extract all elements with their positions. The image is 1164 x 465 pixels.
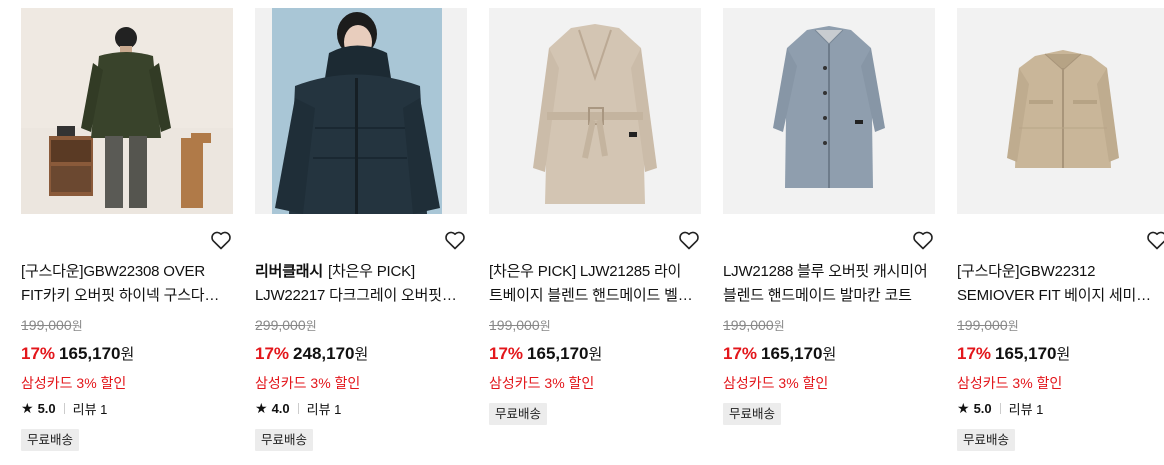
product-title[interactable]: LJW21288 블루 오버핏 캐시미어 블렌드 핸드메이드 발마칸 코트 [723, 260, 928, 308]
original-price-value: 199,000 [489, 317, 540, 333]
discount-rate: 17% [21, 344, 56, 363]
product-title[interactable]: 리버클래시[차은우 PICK] LJW22217 다크그레이 오버핏 후드 숏 … [255, 260, 460, 308]
currency-unit: 원 [588, 346, 603, 363]
rating-score: 4.0 [271, 401, 290, 416]
original-price-value: 199,000 [723, 317, 774, 333]
original-price: 199,000원 [957, 317, 1019, 334]
product-card[interactable]: [구스다운]GBW22308 OVER FIT카키 오버핏 하이넥 구스다운 점… [21, 0, 233, 465]
sale-price: 165,170 [527, 344, 589, 363]
currency-unit: 원 [354, 346, 369, 363]
original-price: 299,000원 [255, 317, 317, 334]
product-card[interactable]: [차은우 PICK] LJW21285 라이트베이지 블렌드 핸드메이드 벨티드… [489, 0, 701, 465]
discount-rate: 17% [723, 344, 758, 363]
card-discount-text: 삼성카드 3% 할인 [489, 375, 595, 391]
currency-unit: 원 [305, 319, 317, 333]
sale-price: 165,170 [995, 344, 1057, 363]
currency-unit: 원 [539, 319, 551, 333]
product-image[interactable] [21, 8, 233, 214]
currency-unit: 원 [1056, 346, 1071, 363]
sale-price-row: 17% 165,170원 [489, 342, 602, 367]
card-discount-text: 삼성카드 3% 할인 [255, 375, 361, 391]
discount-rate: 17% [255, 344, 290, 363]
sale-price-row: 17% 248,170원 [255, 342, 368, 367]
original-price-value: 199,000 [957, 317, 1008, 333]
product-image[interactable] [489, 8, 701, 214]
product-card[interactable]: 리버클래시[차은우 PICK] LJW22217 다크그레이 오버핏 후드 숏 … [255, 0, 467, 465]
original-price-value: 199,000 [21, 317, 72, 333]
man-khaki-puffer-photo [21, 8, 233, 214]
star-icon: ★ [255, 400, 268, 416]
rating-row: ★ 4.0 리뷰 1 [255, 399, 341, 418]
sale-price-row: 17% 165,170원 [723, 342, 836, 367]
brand-name[interactable]: 리버클래시 [255, 263, 323, 280]
card-discount-text: 삼성카드 3% 할인 [21, 375, 127, 391]
product-name[interactable]: [구스다운]GBW22312 SEMIOVER FIT 베이지 세미오버핏 구스… [957, 263, 1151, 308]
product-grid: [구스다운]GBW22308 OVER FIT카키 오버핏 하이넥 구스다운 점… [0, 0, 1164, 465]
free-shipping-badge: 무료배송 [255, 429, 314, 451]
product-card[interactable]: LJW21288 블루 오버핏 캐시미어 블렌드 핸드메이드 발마칸 코트 19… [723, 0, 935, 465]
original-price: 199,000원 [723, 317, 785, 334]
review-count: 리뷰 1 [306, 402, 342, 417]
sale-price: 165,170 [59, 344, 121, 363]
product-image[interactable] [723, 8, 935, 214]
card-discount-text: 삼성카드 3% 할인 [957, 375, 1063, 391]
product-title[interactable]: [구스다운]GBW22312 SEMIOVER FIT 베이지 세미오버핏 구스… [957, 260, 1162, 308]
sale-price: 165,170 [761, 344, 823, 363]
card-discount-text: 삼성카드 3% 할인 [723, 375, 829, 391]
product-title[interactable]: [구스다운]GBW22308 OVER FIT카키 오버핏 하이넥 구스다운 점… [21, 260, 226, 308]
free-shipping-badge: 무료배송 [723, 403, 782, 425]
currency-unit: 원 [71, 319, 83, 333]
currency-unit: 원 [1007, 319, 1019, 333]
rating-row: ★ 5.0 리뷰 1 [957, 399, 1043, 418]
sale-price-row: 17% 165,170원 [21, 342, 134, 367]
currency-unit: 원 [120, 346, 135, 363]
divider [63, 403, 65, 414]
blue-gray-coat-photo [723, 8, 935, 214]
rating-row: ★ 5.0 리뷰 1 [21, 399, 107, 418]
beige-padded-jacket-photo [957, 8, 1164, 214]
star-icon: ★ [957, 400, 970, 416]
wishlist-heart-icon[interactable] [443, 228, 467, 252]
original-price-value: 299,000 [255, 317, 306, 333]
product-image[interactable] [255, 8, 467, 214]
review-count: 리뷰 1 [72, 402, 108, 417]
currency-unit: 원 [822, 346, 837, 363]
review-count: 리뷰 1 [1008, 402, 1044, 417]
original-price: 199,000원 [489, 317, 551, 334]
sale-price-row: 17% 165,170원 [957, 342, 1070, 367]
product-name[interactable]: [구스다운]GBW22308 OVER FIT카키 오버핏 하이넥 구스다운 점… [21, 263, 219, 308]
free-shipping-badge: 무료배송 [957, 429, 1016, 451]
product-name[interactable]: LJW21288 블루 오버핏 캐시미어 블렌드 핸드메이드 발마칸 코트 [723, 263, 928, 304]
product-card[interactable]: [구스다운]GBW22312 SEMIOVER FIT 베이지 세미오버핏 구스… [957, 0, 1164, 465]
wishlist-heart-icon[interactable] [1145, 228, 1164, 252]
product-title[interactable]: [차은우 PICK] LJW21285 라이트베이지 블렌드 핸드메이드 벨티드… [489, 260, 694, 308]
wishlist-heart-icon[interactable] [677, 228, 701, 252]
discount-rate: 17% [957, 344, 992, 363]
product-name[interactable]: [차은우 PICK] LJW21285 라이트베이지 블렌드 핸드메이드 벨티드… [489, 263, 693, 308]
product-image[interactable] [957, 8, 1164, 214]
discount-rate: 17% [489, 344, 524, 363]
star-icon: ★ [21, 400, 34, 416]
original-price: 199,000원 [21, 317, 83, 334]
divider [297, 403, 299, 414]
free-shipping-badge: 무료배송 [21, 429, 80, 451]
sale-price: 248,170 [293, 344, 355, 363]
divider [999, 403, 1001, 414]
currency-unit: 원 [773, 319, 785, 333]
rating-score: 5.0 [37, 401, 56, 416]
model-dark-puffer-photo [255, 8, 467, 214]
rating-score: 5.0 [973, 401, 992, 416]
free-shipping-badge: 무료배송 [489, 403, 548, 425]
wishlist-heart-icon[interactable] [209, 228, 233, 252]
wishlist-heart-icon[interactable] [911, 228, 935, 252]
beige-belted-coat-photo [489, 8, 701, 214]
